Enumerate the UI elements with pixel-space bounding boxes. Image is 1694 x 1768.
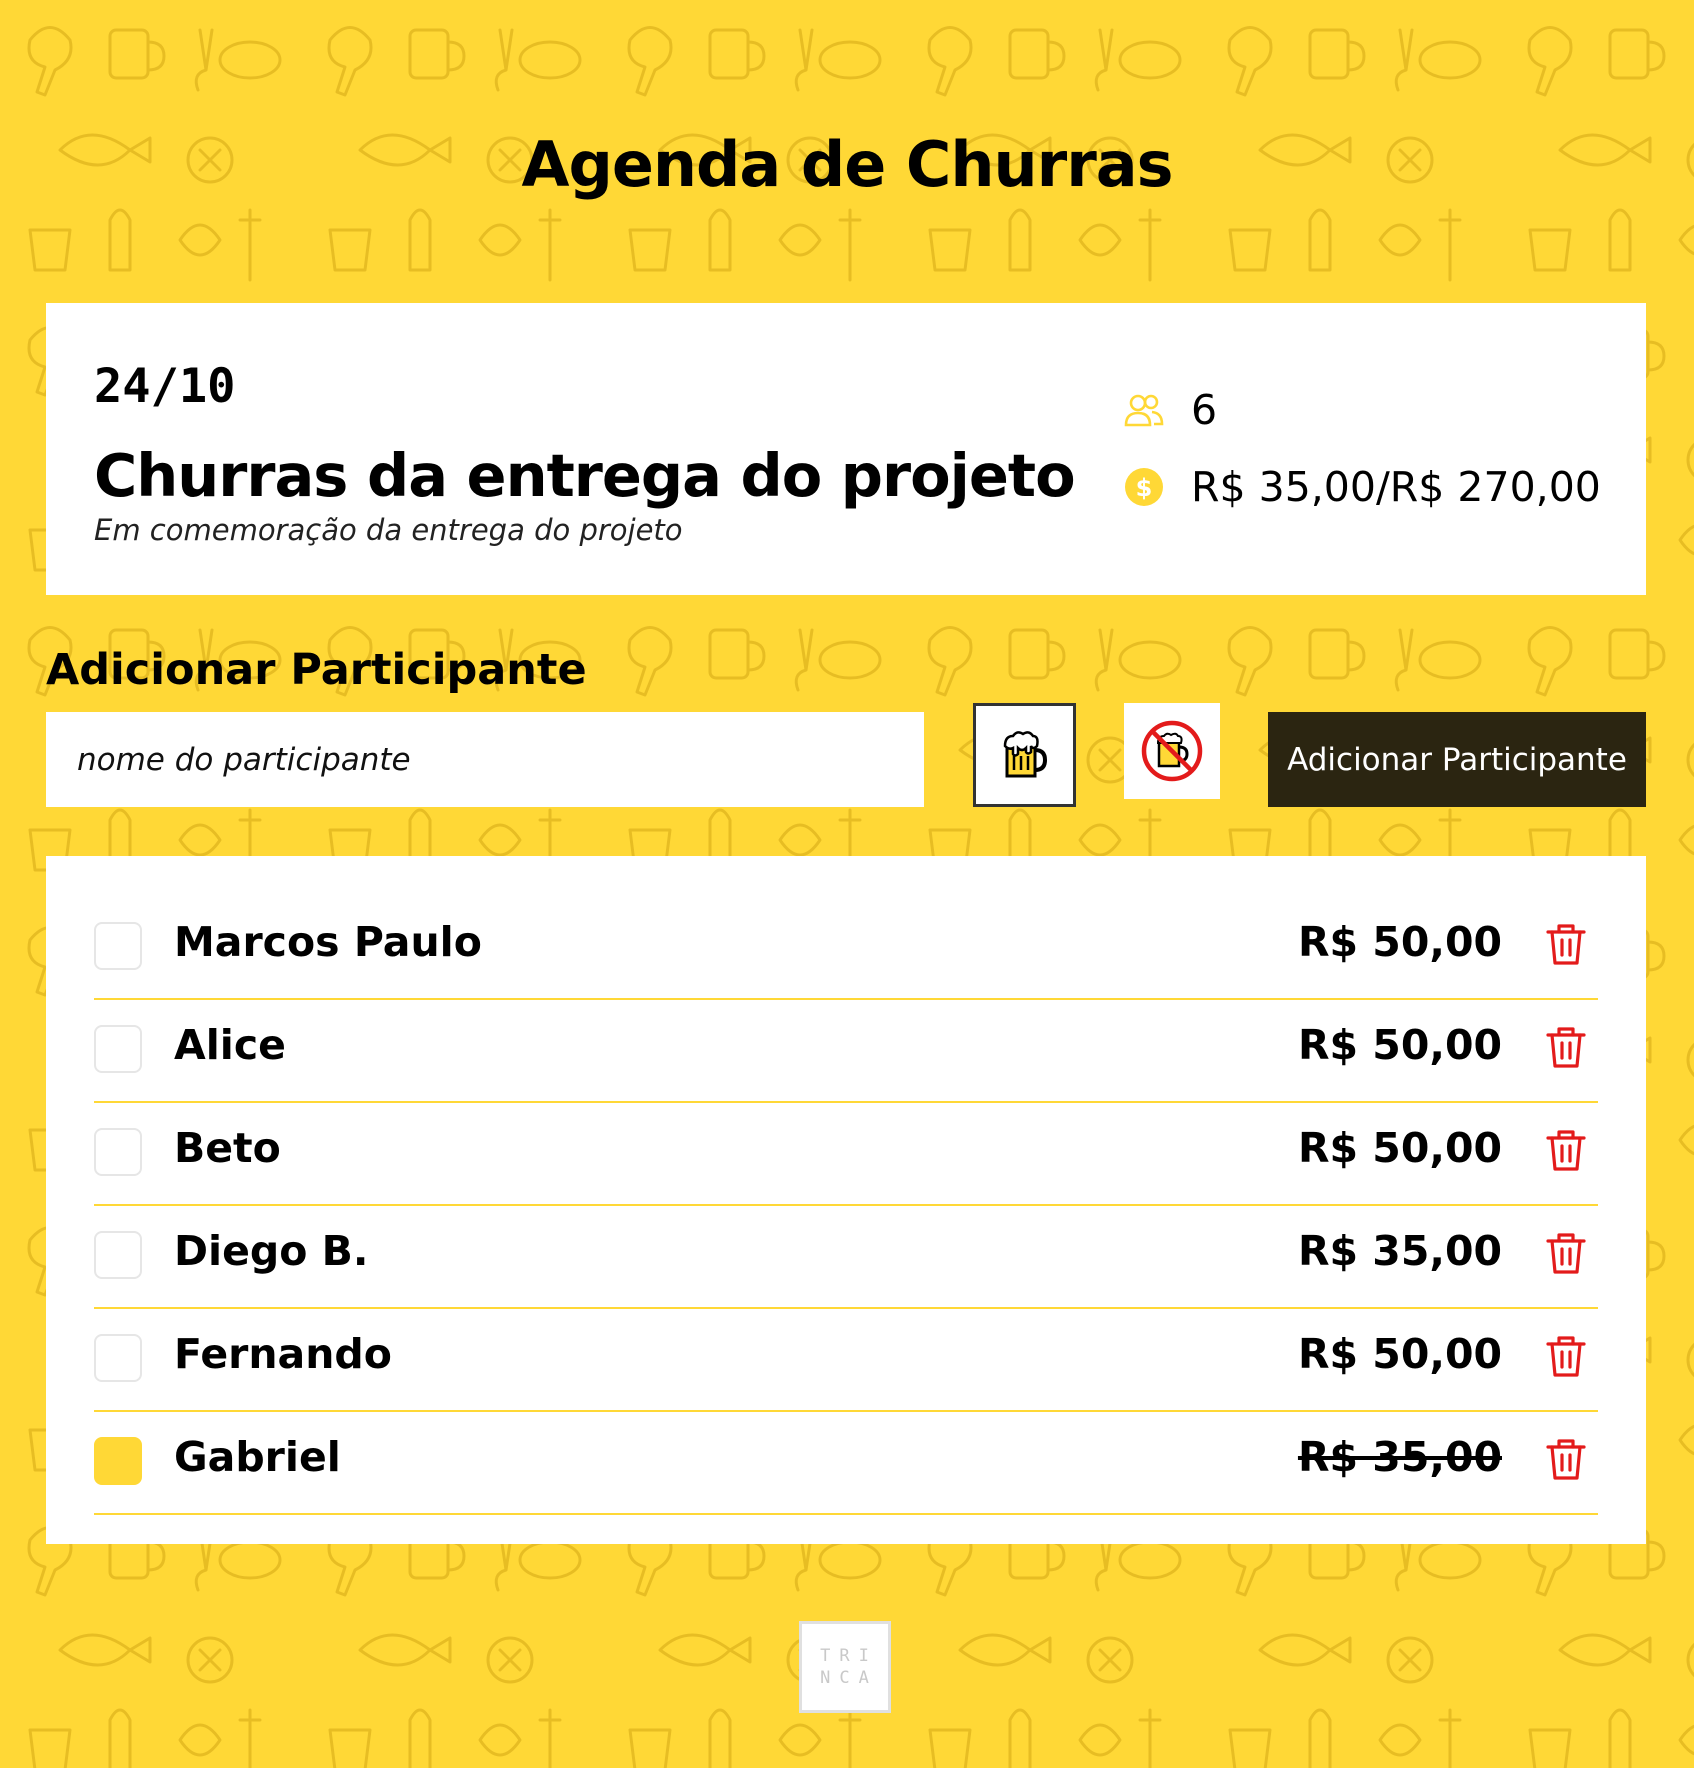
participant-row: Fernando R$ 50,00 <box>94 1308 1598 1412</box>
add-participant-title: Adicionar Participante <box>46 645 587 695</box>
trash-icon[interactable] <box>1544 1437 1588 1483</box>
participant-value: R$ 50,00 <box>1297 1124 1502 1172</box>
logo-line-2: NCA <box>820 1668 878 1688</box>
no-beer-icon <box>1141 720 1203 782</box>
participant-count: 6 <box>1191 386 1218 434</box>
participant-name: Marcos Paulo <box>174 918 482 966</box>
paid-checkbox[interactable] <box>94 922 142 970</box>
participant-row: Alice R$ 50,00 <box>94 999 1598 1103</box>
participant-name: Diego B. <box>174 1227 369 1275</box>
paid-checkbox[interactable] <box>94 1128 142 1176</box>
page: Agenda de Churras 24/10 Churras da entre… <box>0 0 1694 1768</box>
trash-icon[interactable] <box>1544 922 1588 968</box>
without-drink-button[interactable] <box>1124 703 1220 799</box>
participant-name: Beto <box>174 1124 281 1172</box>
event-description: Em comemoração da entrega do projeto <box>94 513 683 547</box>
participants-list: Marcos Paulo R$ 50,00 Alice R$ 50,00 Bet… <box>46 856 1646 1544</box>
trash-icon[interactable] <box>1544 1025 1588 1071</box>
participant-row: Diego B. R$ 35,00 <box>94 1205 1598 1309</box>
with-drink-button[interactable] <box>973 703 1076 807</box>
trash-icon[interactable] <box>1544 1128 1588 1174</box>
participant-value: R$ 35,00 <box>1297 1433 1502 1481</box>
beer-mug-icon <box>1003 731 1047 778</box>
money-stat: $ R$ 35,00/R$ 270,00 <box>1123 463 1601 511</box>
paid-checkbox[interactable] <box>94 1437 142 1485</box>
participant-name: Fernando <box>174 1330 392 1378</box>
participant-name-input[interactable] <box>46 712 924 807</box>
event-card: 24/10 Churras da entrega do projeto Em c… <box>46 303 1646 595</box>
trash-icon[interactable] <box>1544 1231 1588 1277</box>
money-collected: R$ 35,00/R$ 270,00 <box>1191 463 1601 511</box>
svg-text:$: $ <box>1136 474 1153 502</box>
participant-name: Alice <box>174 1021 286 1069</box>
people-icon <box>1123 389 1165 431</box>
trash-icon[interactable] <box>1544 1334 1588 1380</box>
paid-checkbox[interactable] <box>94 1025 142 1073</box>
participant-value: R$ 50,00 <box>1297 1021 1502 1069</box>
participant-value: R$ 35,00 <box>1297 1227 1502 1275</box>
logo-line-1: TRI <box>820 1646 878 1666</box>
participant-value: R$ 50,00 <box>1297 1330 1502 1378</box>
event-name: Churras da entrega do projeto <box>94 441 1076 510</box>
paid-checkbox[interactable] <box>94 1231 142 1279</box>
participant-value: R$ 50,00 <box>1297 918 1502 966</box>
participant-row: Beto R$ 50,00 <box>94 1102 1598 1206</box>
event-date: 24/10 <box>94 359 236 414</box>
participant-row: Gabriel R$ 35,00 <box>94 1411 1598 1515</box>
trinca-logo: TRI NCA <box>799 1621 891 1713</box>
paid-checkbox[interactable] <box>94 1334 142 1382</box>
page-title: Agenda de Churras <box>521 128 1173 201</box>
participant-name: Gabriel <box>174 1433 341 1481</box>
coin-icon: $ <box>1123 466 1165 508</box>
add-participant-button[interactable]: Adicionar Participante <box>1268 712 1646 807</box>
participant-count-stat: 6 <box>1123 386 1217 434</box>
participant-row: Marcos Paulo R$ 50,00 <box>94 896 1598 1000</box>
